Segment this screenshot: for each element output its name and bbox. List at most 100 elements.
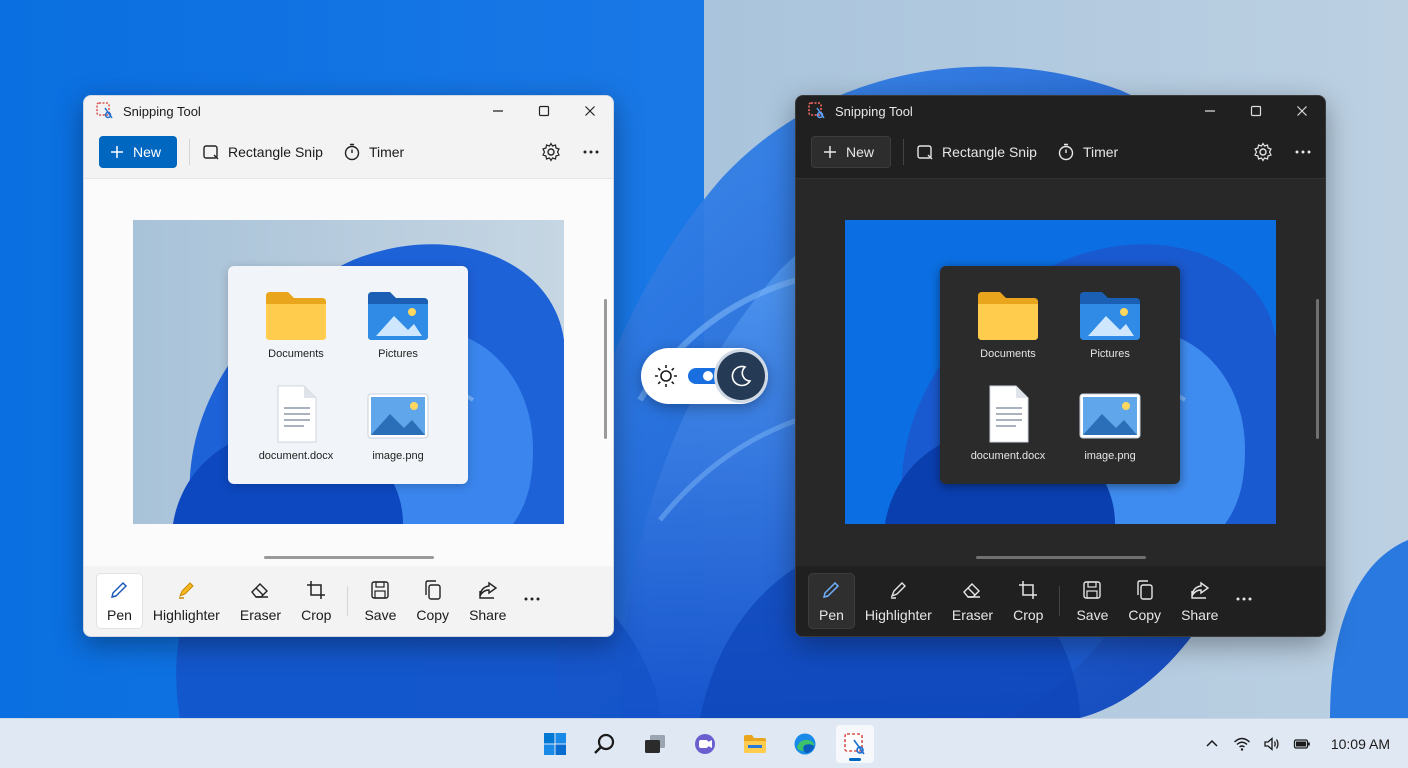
pen-icon (823, 581, 840, 599)
new-snip-button[interactable]: New (811, 136, 892, 168)
capture-canvas[interactable]: Documents Pictures document.docx image.p… (84, 178, 613, 566)
horizontal-scrollbar[interactable] (976, 556, 1146, 559)
markup-toolbar-divider (1059, 586, 1061, 616)
maximize-button[interactable] (1233, 96, 1279, 126)
start-icon (544, 733, 566, 755)
title-bar[interactable]: Snipping Tool (84, 96, 613, 126)
file-explorer-button[interactable] (736, 725, 774, 763)
more-options-icon[interactable] (1293, 142, 1313, 162)
copy-icon (1137, 580, 1153, 600)
start-button[interactable] (536, 725, 574, 763)
folder-item-label: document.docx (970, 450, 1046, 462)
task-view-button[interactable] (636, 725, 674, 763)
eraser-tool-button[interactable]: Eraser (942, 573, 1003, 629)
rectangle-snip-icon (203, 145, 219, 160)
volume-icon[interactable] (1263, 735, 1281, 753)
capture-canvas[interactable]: Documents Pictures document.docx image.p… (796, 178, 1325, 566)
crop-label: Crop (301, 607, 332, 623)
crop-tool-button[interactable]: Crop (291, 573, 341, 629)
markup-toolbar: Pen Highlighter Eraser Crop Save Copy Sh… (84, 566, 613, 636)
more-options-icon (524, 597, 540, 600)
pen-tool-button[interactable]: Pen (808, 573, 855, 629)
chat-icon (695, 734, 715, 754)
vertical-scrollbar[interactable] (1316, 299, 1319, 439)
highlighter-tool-button[interactable]: Highlighter (143, 573, 230, 629)
battery-icon[interactable] (1293, 735, 1311, 753)
gear-icon[interactable] (1253, 142, 1273, 162)
chat-button[interactable] (686, 725, 724, 763)
share-label: Share (1181, 607, 1219, 623)
minimize-button[interactable] (475, 96, 521, 126)
copy-button[interactable]: Copy (406, 573, 459, 629)
taskbar: 10:09 AM (0, 718, 1408, 768)
save-button[interactable]: Save (354, 573, 406, 629)
close-button[interactable] (567, 96, 613, 126)
highlighter-icon (891, 582, 907, 599)
highlighter-tool-button[interactable]: Highlighter (855, 573, 942, 629)
save-button[interactable]: Save (1066, 573, 1118, 629)
snipping-tool-icon (96, 102, 113, 119)
eraser-icon (251, 583, 269, 598)
wifi-icon[interactable] (1233, 735, 1251, 753)
moon-button[interactable] (717, 352, 765, 400)
folder-item-documents: Documents (246, 288, 346, 360)
timer-label: Timer (1082, 144, 1119, 160)
document-file-icon (989, 385, 1029, 443)
snip-mode-dropdown[interactable]: Rectangle Snip (916, 136, 1037, 168)
theme-toggle[interactable] (641, 348, 768, 404)
pen-tool-button[interactable]: Pen (96, 573, 143, 629)
folder-item-label: Pictures (1090, 348, 1130, 360)
markup-more-button[interactable] (1234, 589, 1254, 614)
share-button[interactable]: Share (1171, 573, 1228, 629)
gear-icon[interactable] (541, 142, 561, 162)
markup-more-button[interactable] (522, 589, 542, 614)
timer-label: Timer (368, 144, 405, 160)
snipping-tool-taskbar-button[interactable] (836, 725, 874, 763)
snipping-tool-window-dark: Snipping Tool New Rectangle Snip Timer D… (795, 95, 1326, 637)
rectangle-snip-icon (917, 145, 933, 160)
system-tray: 10:09 AM (1203, 719, 1390, 768)
crop-tool-button[interactable]: Crop (1003, 573, 1053, 629)
close-button[interactable] (1279, 96, 1325, 126)
captured-screenshot: Documents Pictures document.docx image.p… (845, 220, 1276, 524)
plus-icon (111, 146, 123, 158)
folder-item-document-docx: document.docx (958, 384, 1058, 462)
save-icon (1083, 581, 1102, 599)
eraser-tool-button[interactable]: Eraser (230, 573, 291, 629)
taskbar-clock[interactable]: 10:09 AM (1331, 736, 1390, 752)
maximize-button[interactable] (521, 96, 567, 126)
vertical-scrollbar[interactable] (604, 299, 607, 439)
timer-dropdown[interactable]: Timer (1057, 136, 1118, 168)
copy-button[interactable]: Copy (1118, 573, 1171, 629)
timer-dropdown[interactable]: Timer (343, 136, 404, 168)
snip-mode-dropdown[interactable]: Rectangle Snip (202, 136, 323, 168)
share-icon (1191, 581, 1209, 599)
more-options-icon[interactable] (581, 142, 601, 162)
title-bar[interactable]: Snipping Tool (796, 96, 1325, 126)
folder-item-label: Documents (980, 348, 1036, 360)
close-icon (1297, 106, 1307, 116)
maximize-icon (538, 105, 550, 117)
timer-icon (344, 143, 360, 161)
search-button[interactable] (586, 725, 624, 763)
taskbar-app-list (536, 719, 874, 768)
horizontal-scrollbar[interactable] (264, 556, 434, 559)
pen-icon (111, 581, 128, 599)
highlighter-icon (179, 582, 195, 599)
edge-button[interactable] (786, 725, 824, 763)
save-label: Save (364, 607, 397, 623)
chevron-up-icon[interactable] (1203, 735, 1221, 753)
captured-folder-window: Documents Pictures document.docx image.p… (228, 266, 468, 484)
crop-icon (307, 581, 326, 599)
document-file-icon (277, 385, 317, 443)
new-snip-button[interactable]: New (99, 136, 178, 168)
snip-mode-label: Rectangle Snip (942, 144, 1037, 160)
minimize-button[interactable] (1187, 96, 1233, 126)
share-icon (479, 581, 497, 599)
markup-toolbar-divider (347, 586, 349, 616)
save-icon (371, 581, 390, 599)
share-button[interactable]: Share (459, 573, 516, 629)
folder-item-pictures: Pictures (348, 288, 448, 360)
crop-label: Crop (1013, 607, 1044, 623)
folder-icon (978, 292, 1038, 340)
